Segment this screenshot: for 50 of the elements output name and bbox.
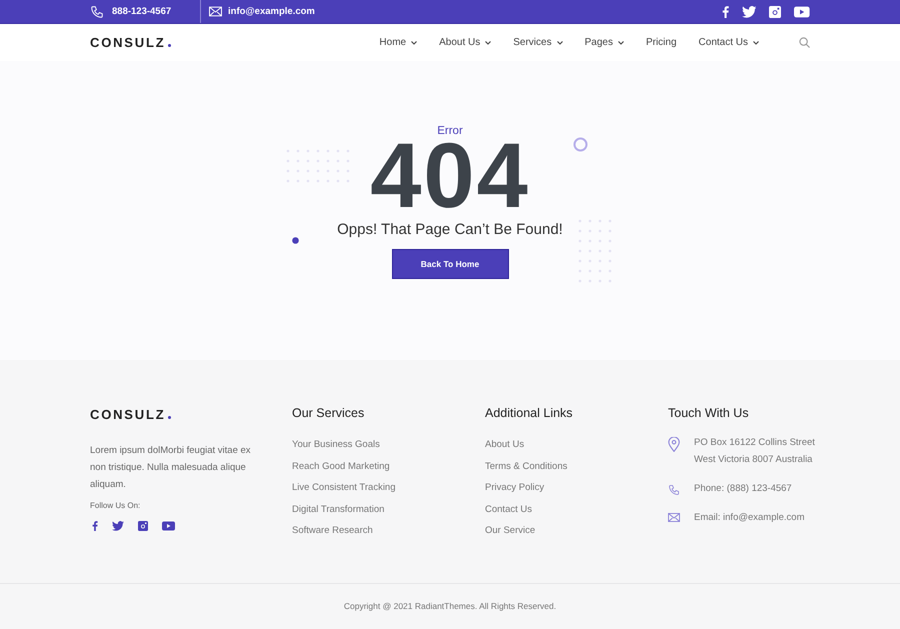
footer-link[interactable]: About Us: [485, 434, 668, 456]
error-label: Error: [437, 125, 463, 137]
instagram-icon[interactable]: [769, 6, 782, 18]
nav-link[interactable]: About Us: [439, 37, 492, 48]
nav-link[interactable]: Home: [379, 37, 418, 48]
footer-link[interactable]: Contact Us: [485, 498, 668, 520]
phone-icon: [668, 483, 680, 497]
mail-icon: [668, 512, 680, 523]
location-pin-icon: [668, 437, 680, 452]
instagram-icon[interactable]: [138, 521, 148, 531]
ring-drawing: [573, 137, 588, 152]
footer-link[interactable]: Digital Transformation: [292, 498, 485, 520]
footer-link[interactable]: Privacy Policy: [485, 477, 668, 498]
column-heading: Additional Links: [485, 406, 574, 420]
contact-text: Phone: (888) 123-4567: [694, 482, 792, 496]
contact-text: PO Box 16122 Collins Street: [694, 436, 815, 450]
youtube-icon[interactable]: [162, 521, 175, 531]
error-code: 404: [370, 137, 530, 215]
nav-link[interactable]: Pricing: [646, 37, 677, 48]
youtube-icon[interactable]: [794, 6, 810, 18]
footer-link[interactable]: Live Consistent Tracking: [292, 477, 485, 498]
footer-link[interactable]: Terms & Conditions: [485, 456, 668, 477]
twitter-icon[interactable]: [112, 521, 124, 531]
footer-link[interactable]: Your Business Goals: [292, 434, 485, 456]
footer-logo[interactable]: CONSULZ: [90, 407, 172, 422]
nav-link[interactable]: Contact Us: [698, 37, 759, 48]
footer-link[interactable]: Reach Good Marketing: [292, 456, 485, 477]
phone-number: 888-123-4567: [112, 6, 172, 17]
error-message: Opps! That Page Can’t Be Found!: [337, 221, 563, 238]
dot-drawing: [292, 237, 299, 244]
follow-label: Follow Us On:: [90, 501, 142, 510]
mail-icon: [209, 6, 222, 17]
facebook-icon[interactable]: [92, 521, 98, 531]
nav-link[interactable]: Services: [513, 37, 563, 48]
footer-link[interactable]: Our Service: [485, 520, 668, 542]
nav-link[interactable]: Pages: [584, 37, 624, 48]
column-heading: Our Services: [292, 406, 366, 420]
facebook-icon[interactable]: [722, 6, 730, 18]
column-heading: Touch With Us: [668, 406, 750, 420]
phone-icon: [90, 4, 104, 18]
about-text: Lorem ipsum dolMorbi feugiat vitae ex non tristique. Nulla malesuada alique aliquam.: [90, 444, 252, 492]
search-icon[interactable]: [799, 37, 810, 48]
logo[interactable]: CONSULZ: [90, 35, 172, 50]
contact-text: Email: info@example.com: [694, 511, 804, 525]
copyright-text: Copyright @ 2021 RadiantThemes. All Rights Reserved.: [344, 601, 556, 611]
email-address: info@example.com: [228, 6, 315, 17]
footer-link[interactable]: Software Research: [292, 520, 485, 542]
contact-text: West Victoria 8007 Australia: [694, 453, 814, 467]
twitter-icon[interactable]: [742, 6, 756, 18]
back-to-home-button[interactable]: Back To Home: [392, 249, 508, 279]
